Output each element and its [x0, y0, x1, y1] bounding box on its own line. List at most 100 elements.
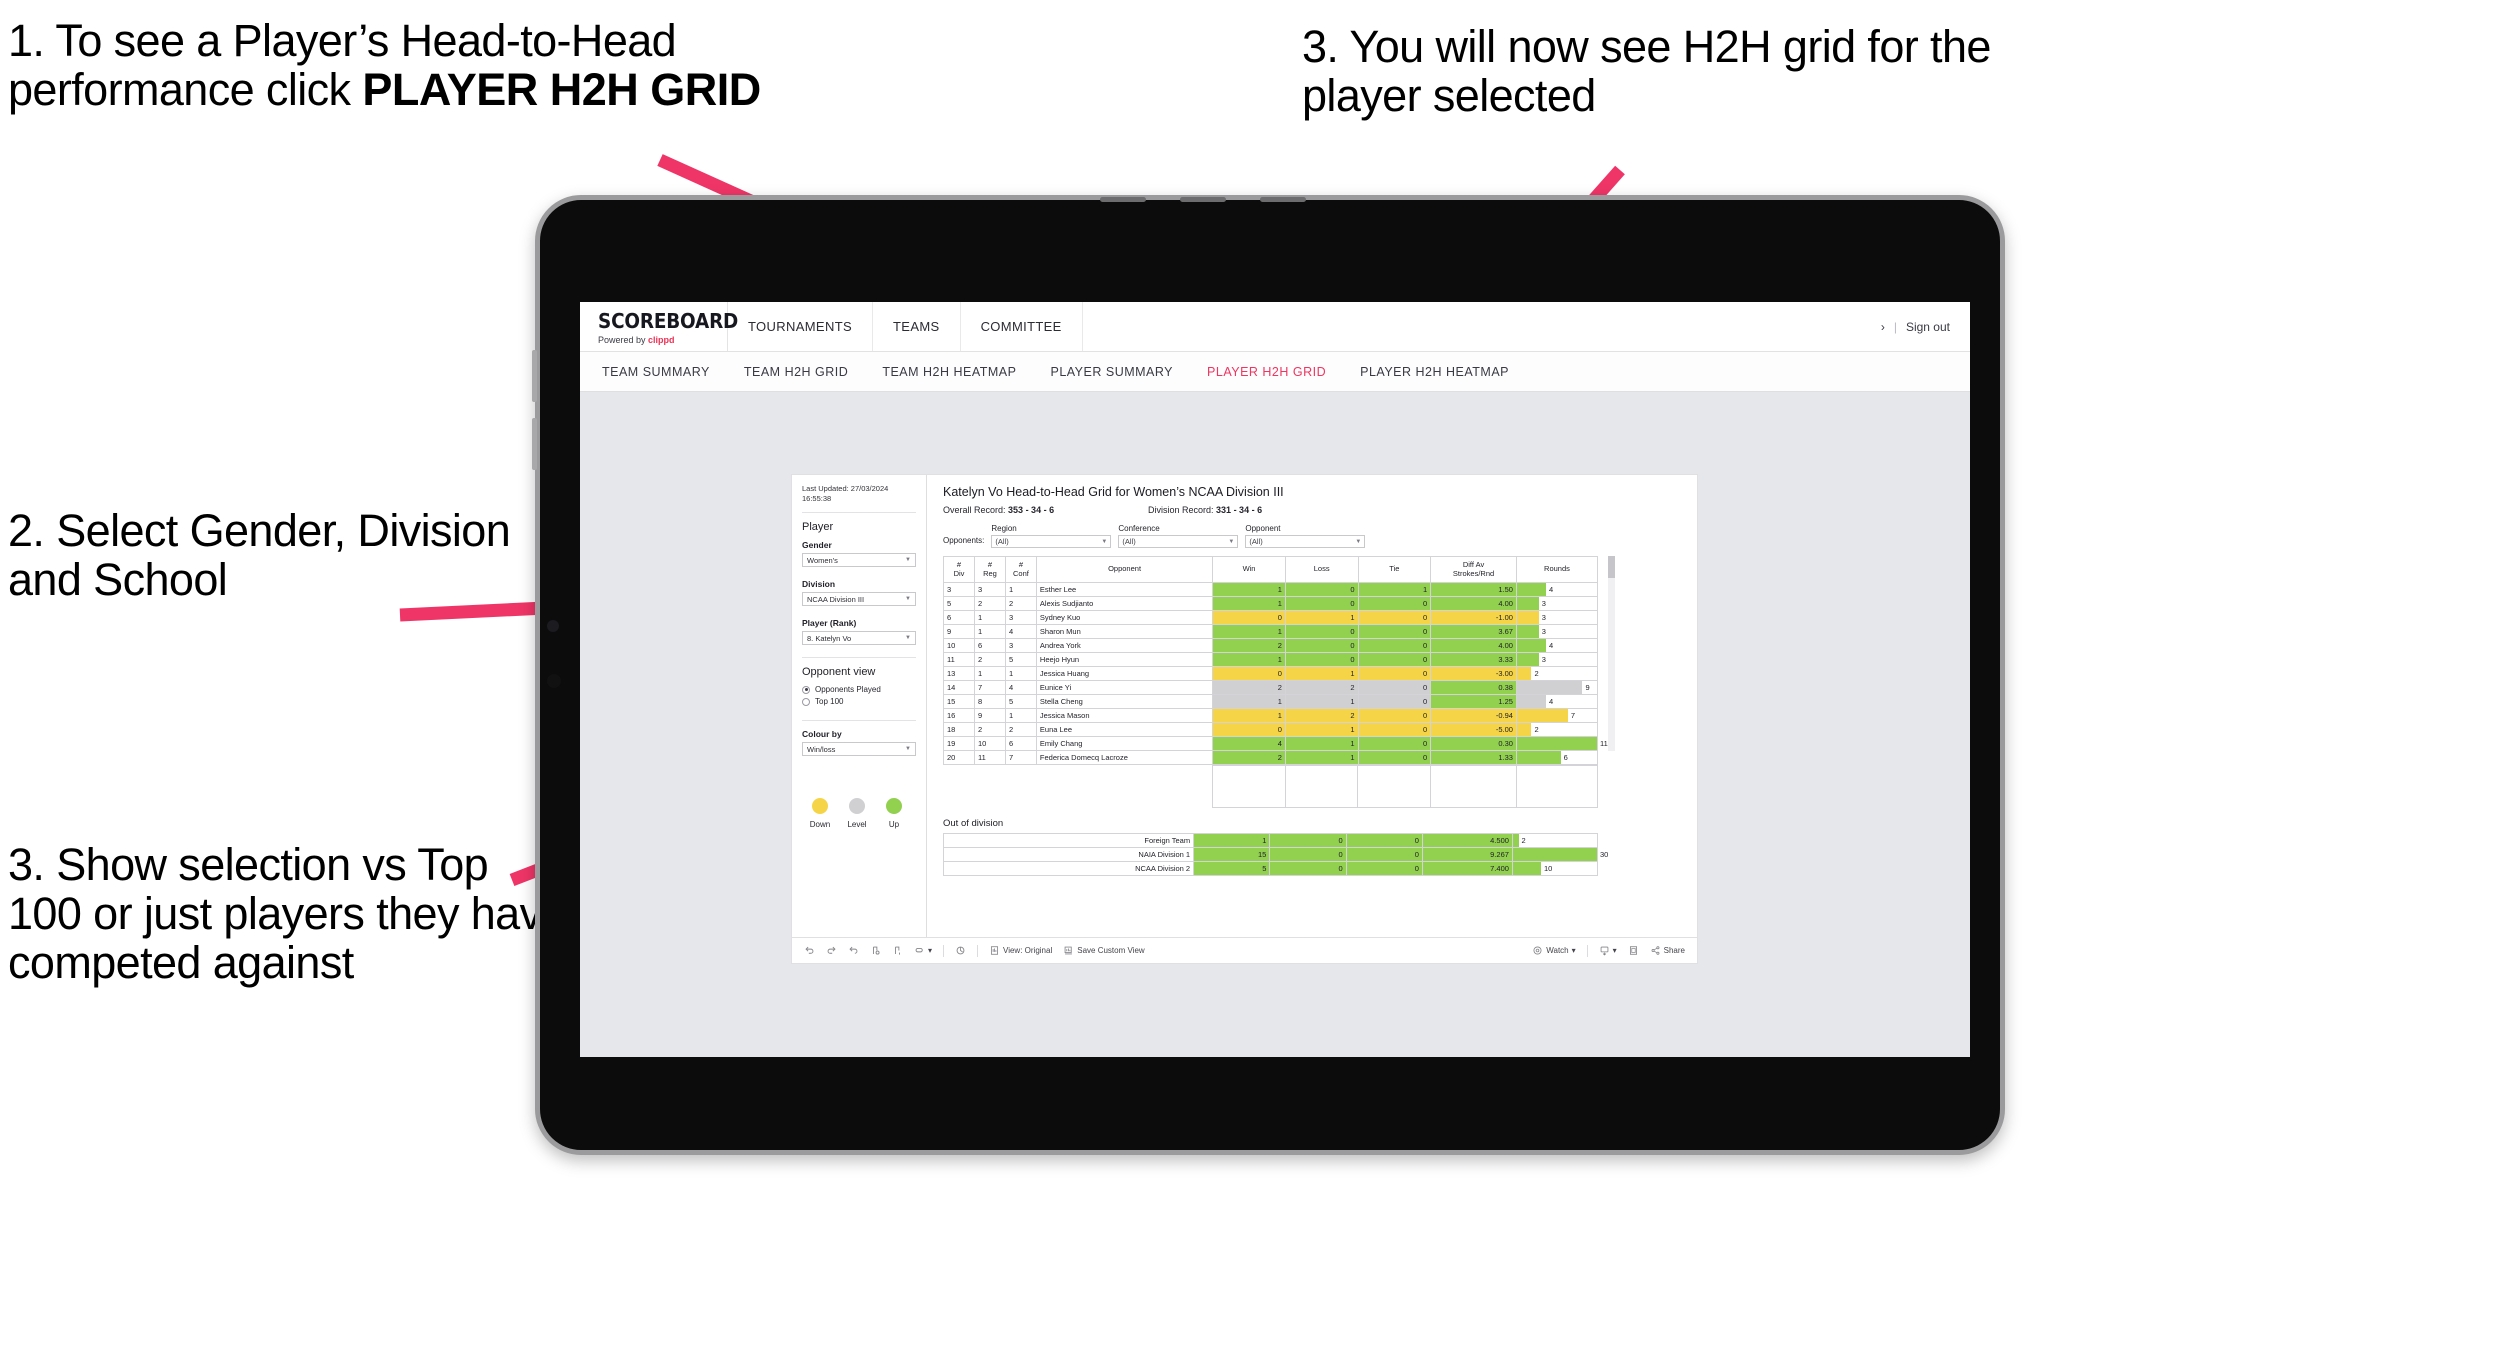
table-row[interactable]: 16 9 1 Jessica Mason 1 2 0 -0.94 7	[943, 708, 1599, 723]
table-row[interactable]: 14 7 4 Eunice Yi 2 2 0 0.38 9	[943, 680, 1599, 695]
opponent-filter-dropdown[interactable]: (All) ▼	[1245, 535, 1366, 548]
table-row[interactable]: 10 6 3 Andrea York 2 0 0 4.00 4	[943, 638, 1599, 653]
table-row[interactable]: 6 1 3 Sydney Kuo 0 1 0 -1.00 3	[943, 610, 1599, 625]
division-dropdown[interactable]: NCAA Division III ▼	[802, 592, 916, 607]
cell-rounds: 11	[1515, 736, 1608, 751]
table-row[interactable]: 19 10 6 Emily Chang 4 1 0 0.30 11	[943, 736, 1608, 751]
gender-dropdown[interactable]: Women's ▼	[802, 553, 916, 568]
top-nav-committee[interactable]: COMMITTEE	[961, 302, 1083, 351]
opponent-filters: Opponents: Region (All) ▼ Conference (Al…	[943, 524, 1683, 548]
view-original-button[interactable]: View: Original	[989, 945, 1052, 956]
cell-loss: 2	[1284, 680, 1359, 695]
cell-loss: 0	[1284, 582, 1359, 597]
player-rank-dropdown[interactable]: 8. Katelyn Vo ▼	[802, 631, 916, 646]
download-button[interactable]: ▾	[1599, 945, 1617, 956]
scrollbar-thumb[interactable]	[1608, 556, 1615, 578]
cell-div: 19	[943, 736, 975, 751]
cell-loss: 0	[1284, 596, 1359, 611]
sign-out-link[interactable]: Sign out	[1906, 320, 1950, 334]
cell-win: 2	[1212, 750, 1286, 765]
col-head-diff: Diff Av Strokes/Rnd	[1430, 556, 1517, 583]
cell-opponent: Emily Chang	[1035, 736, 1214, 751]
save-custom-view-button[interactable]: Save Custom View	[1063, 945, 1145, 956]
cell-loss: 1	[1284, 666, 1359, 681]
region-filter-dropdown[interactable]: (All) ▼	[991, 535, 1112, 548]
table-row[interactable]: 18 2 2 Euna Lee 0 1 0 -5.00 2	[943, 722, 1599, 737]
h2h-table-scrollbar[interactable]	[1608, 556, 1615, 751]
bezel-speaker-mid	[1180, 197, 1226, 202]
cell-reg: 8	[973, 694, 1006, 709]
col-head-diff-l2: Strokes/Rnd	[1452, 568, 1495, 578]
table-row[interactable]: 13 1 1 Jessica Huang 0 1 0 -3.00 2	[943, 666, 1599, 681]
volume-button-up[interactable]	[532, 350, 537, 402]
top-nav-teams[interactable]: TEAMS	[873, 302, 961, 351]
redo-icon[interactable]	[826, 945, 837, 956]
out-of-division-row[interactable]: NAIA Division 1 15 0 0 9.267 30	[942, 847, 1608, 862]
chevron-down-icon: ▾	[1612, 946, 1617, 955]
tab-team-summary[interactable]: TEAM SUMMARY	[600, 359, 712, 385]
tab-team-h2h-heatmap[interactable]: TEAM H2H HEATMAP	[880, 359, 1018, 385]
app-logo[interactable]: SCOREBOARD Powered by clippd	[580, 302, 738, 351]
legend-item-down: Down	[806, 798, 834, 829]
cell-tie: 0	[1357, 750, 1432, 765]
fullscreen-icon[interactable]	[1628, 945, 1639, 956]
cell-diff: 1.50	[1430, 582, 1517, 597]
tab-player-summary[interactable]: PLAYER SUMMARY	[1048, 359, 1175, 385]
annotation-step-3-right: 3. You will now see H2H grid for the pla…	[1302, 21, 1991, 122]
table-row[interactable]: 20 11 7 Federica Domecq Lacroze 2 1 0 1.33 6	[943, 750, 1599, 765]
chevron-down-icon: ▼	[905, 746, 911, 753]
save-view-icon	[1063, 945, 1074, 956]
watch-button[interactable]: Watch ▾	[1532, 945, 1576, 956]
radio-opponents-played[interactable]: Opponents Played	[802, 685, 916, 694]
table-row[interactable]: 9 1 4 Sharon Mun 1 0 0 3.67 3	[943, 624, 1599, 639]
cell-ood-loss: 0	[1269, 861, 1347, 876]
radio-top-100[interactable]: Top 100	[802, 697, 916, 706]
player-rank-dropdown-value: 8. Katelyn Vo	[807, 633, 852, 643]
cell-div: 18	[943, 722, 975, 737]
out-of-division-row[interactable]: Foreign Team 1 0 0 4.500 2	[942, 833, 1599, 848]
cell-div: 9	[943, 624, 975, 639]
cell-rounds: 3	[1515, 610, 1599, 625]
revert-icon[interactable]	[848, 945, 859, 956]
chevron-down-icon: ▾	[1571, 946, 1576, 955]
chevron-right-icon[interactable]: ›	[1881, 320, 1885, 334]
out-of-division-row[interactable]: NCAA Division 2 5 0 0 7.400 10	[942, 861, 1599, 876]
volume-button-down[interactable]	[532, 418, 537, 470]
cell-tie: 0	[1357, 722, 1432, 737]
header-account-area: › | Sign out	[1881, 302, 1970, 351]
conference-filter-label: Conference	[1118, 524, 1160, 533]
table-row[interactable]: 3 3 1 Esther Lee 1 0 1 1.50 4	[943, 582, 1599, 597]
zoom-tool[interactable]: ▾	[914, 945, 932, 956]
top-nav-tournaments[interactable]: TOURNAMENTS	[728, 302, 874, 351]
annotation-step-1-emphasis: PLAYER H2H GRID	[362, 64, 761, 116]
tab-player-h2h-grid[interactable]: PLAYER H2H GRID	[1205, 359, 1328, 385]
rounds-value: 4	[1549, 641, 1554, 650]
conference-filter-dropdown[interactable]: (All) ▼	[1118, 535, 1239, 548]
logo-subtitle-prefix: Powered by	[598, 334, 649, 345]
colour-by-dropdown[interactable]: Win/loss ▼	[802, 742, 916, 757]
h2h-table-body: 3 3 1 Esther Lee 1 0 1 1.50 4 5 2 2 Alexis Sudjianto…	[943, 582, 1608, 765]
toolbar-divider-3	[1586, 944, 1588, 957]
cell-win: 4	[1212, 736, 1286, 751]
table-row[interactable]: 11 2 5 Heejo Hyun 1 0 0 3.33 3	[943, 652, 1599, 667]
cell-rounds: 2	[1515, 666, 1599, 681]
cell-tie: 0	[1357, 708, 1432, 723]
table-row[interactable]: 15 8 5 Stella Cheng 1 1 0 1.25 4	[943, 694, 1599, 709]
refresh-icon[interactable]	[870, 945, 881, 956]
undo-icon[interactable]	[804, 945, 815, 956]
col-head-opponent: Opponent	[1035, 556, 1214, 583]
annotation-step-3: 3. Show selection vs Top 100 or just pla…	[8, 839, 567, 989]
rounds-value: 6	[1563, 753, 1568, 762]
cell-win: 1	[1212, 596, 1286, 611]
view-icon	[989, 945, 1000, 956]
show-me-icon[interactable]	[955, 945, 966, 956]
rounds-value: 9	[1585, 683, 1590, 692]
tab-team-h2h-grid[interactable]: TEAM H2H GRID	[742, 359, 850, 385]
watch-icon	[1532, 945, 1543, 956]
rounds-bar	[1516, 751, 1561, 764]
share-button[interactable]: Share	[1650, 945, 1685, 956]
pause-updates-icon[interactable]	[892, 945, 903, 956]
empty-cell	[1357, 765, 1432, 808]
table-row[interactable]: 5 2 2 Alexis Sudjianto 1 0 0 4.00 3	[943, 596, 1599, 611]
tab-player-h2h-heatmap[interactable]: PLAYER H2H HEATMAP	[1358, 359, 1511, 385]
